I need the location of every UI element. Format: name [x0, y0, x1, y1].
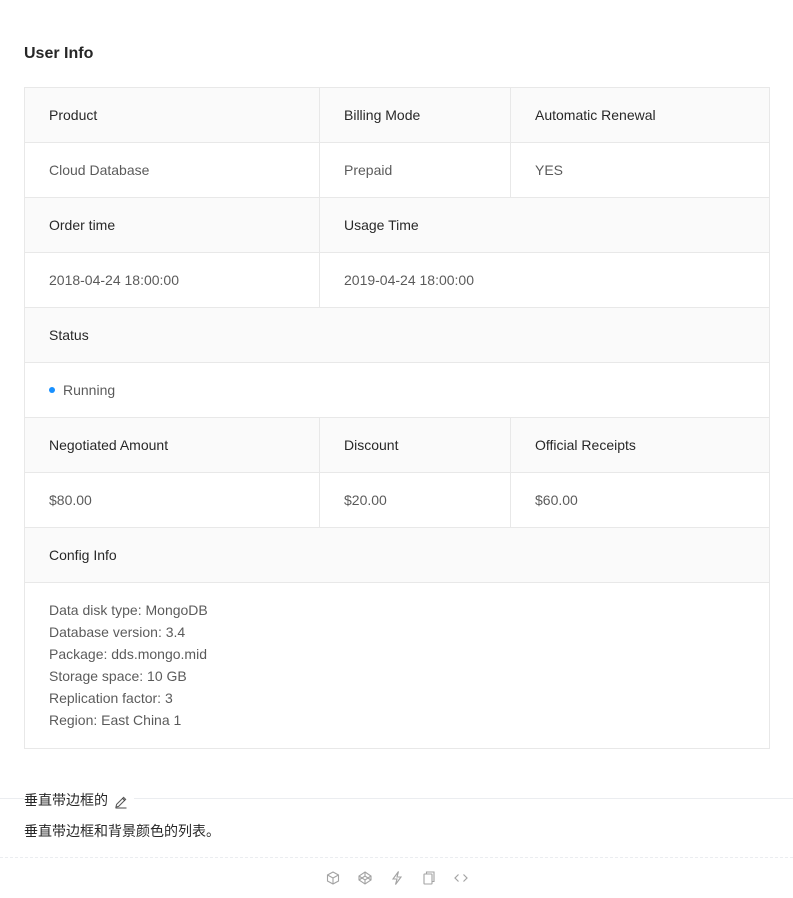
- value-row-status: Running: [24, 362, 770, 418]
- riddle-icon[interactable]: [389, 870, 405, 886]
- config-line: Data disk type: MongoDB: [49, 602, 208, 618]
- automatic-renewal-label: Automatic Renewal: [510, 87, 770, 143]
- label-row-amount: Negotiated Amount Discount Official Rece…: [24, 417, 770, 473]
- edit-icon[interactable]: [114, 793, 128, 809]
- status-label: Status: [24, 307, 770, 363]
- config-line: Database version: 3.4: [49, 624, 186, 640]
- order-time-value: 2018-04-24 18:00:00: [24, 252, 320, 308]
- config-info-value: Data disk type: MongoDB Database version…: [24, 582, 770, 749]
- actions-divider: [0, 857, 793, 858]
- status-value: Running: [63, 382, 116, 398]
- product-value: Cloud Database: [24, 142, 320, 198]
- usage-time-value: 2019-04-24 18:00:00: [319, 252, 770, 308]
- descriptions-table: Product Billing Mode Automatic Renewal C…: [24, 87, 770, 749]
- usage-time-label: Usage Time: [319, 197, 770, 253]
- product-label: Product: [24, 87, 320, 143]
- config-line: Region: East China 1: [49, 712, 182, 728]
- copy-icon[interactable]: [421, 870, 437, 886]
- billing-mode-value: Prepaid: [319, 142, 511, 198]
- codepen-icon[interactable]: [357, 870, 373, 886]
- code-expand-icon[interactable]: [453, 870, 469, 886]
- demo-description: 垂直带边框和背景颜色的列表。: [24, 823, 220, 839]
- discount-value: $20.00: [319, 472, 511, 528]
- label-row-config: Config Info: [24, 527, 770, 583]
- page-title: User Info: [24, 45, 94, 62]
- config-line: Storage space: 10 GB: [49, 668, 187, 684]
- value-row-config: Data disk type: MongoDB Database version…: [24, 582, 770, 749]
- value-row-amount: $80.00 $20.00 $60.00: [24, 472, 770, 528]
- demo-title: 垂直带边框的: [24, 789, 134, 811]
- value-row-product: Cloud Database Prepaid YES: [24, 142, 770, 198]
- config-line: Package: dds.mongo.mid: [49, 646, 207, 662]
- label-row-time: Order time Usage Time: [24, 197, 770, 253]
- negotiated-amount-value: $80.00: [24, 472, 320, 528]
- order-time-label: Order time: [24, 197, 320, 253]
- status-cell: Running: [24, 362, 770, 418]
- automatic-renewal-value: YES: [510, 142, 770, 198]
- discount-label: Discount: [319, 417, 511, 473]
- codesandbox-icon[interactable]: [325, 870, 341, 886]
- config-line: Replication factor: 3: [49, 690, 173, 706]
- code-box-actions: [0, 868, 793, 888]
- official-receipts-label: Official Receipts: [510, 417, 770, 473]
- billing-mode-label: Billing Mode: [319, 87, 511, 143]
- status-dot-icon: [49, 387, 55, 394]
- label-row-status: Status: [24, 307, 770, 363]
- label-row-product: Product Billing Mode Automatic Renewal: [24, 87, 770, 143]
- config-info-label: Config Info: [24, 527, 770, 583]
- official-receipts-value: $60.00: [510, 472, 770, 528]
- value-row-time: 2018-04-24 18:00:00 2019-04-24 18:00:00: [24, 252, 770, 308]
- negotiated-amount-label: Negotiated Amount: [24, 417, 320, 473]
- demo-title-text: 垂直带边框的: [24, 792, 108, 808]
